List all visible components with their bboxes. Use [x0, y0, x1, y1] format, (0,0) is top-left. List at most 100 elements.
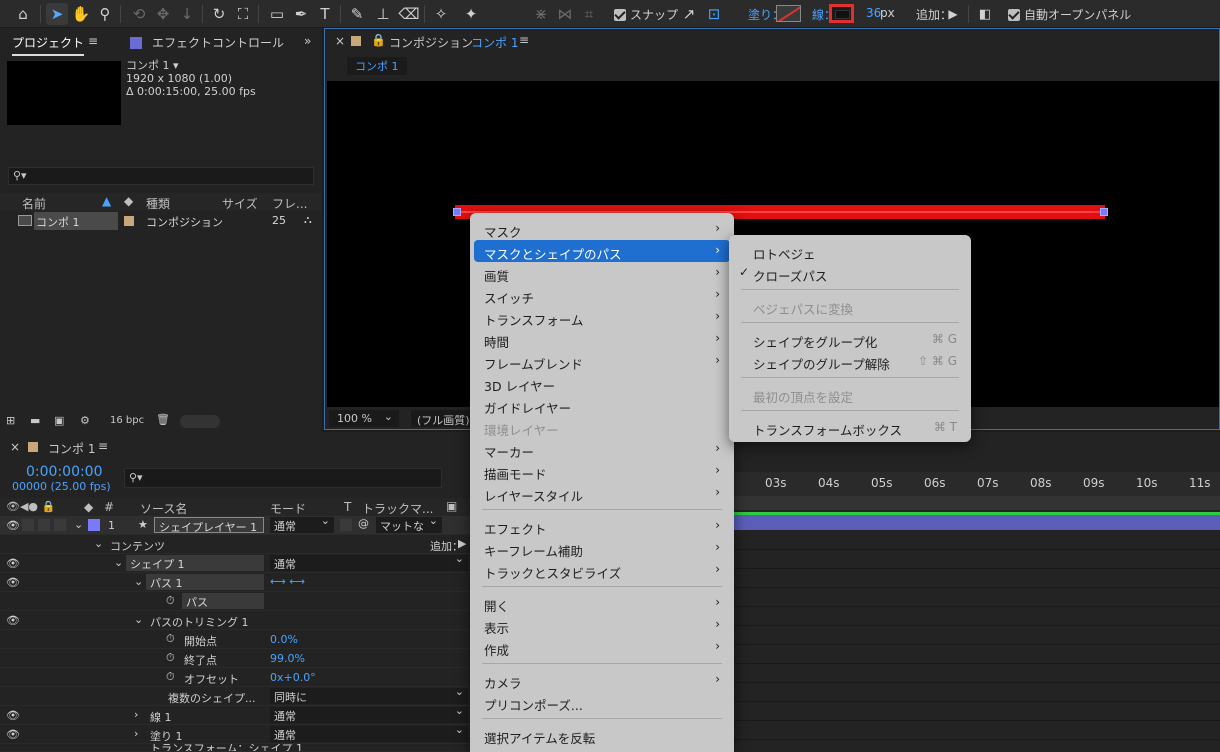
project-item-row[interactable]: コンポ 1 コンポジション 25 ⛬: [0, 212, 322, 230]
visibility-eye-icon[interactable]: 👁: [6, 576, 20, 589]
source-name-header[interactable]: ソース名: [140, 500, 187, 517]
close-timeline-icon[interactable]: ×: [10, 440, 20, 454]
pickwhip-icon[interactable]: @: [358, 517, 369, 530]
visibility-eye-icon[interactable]: 👁: [6, 519, 20, 532]
transform-row[interactable]: トランスフォーム：シェイプ 1: [0, 744, 470, 752]
submenu-item-group-shapes[interactable]: シェイプをグループ化 ⌘ G: [733, 328, 967, 350]
path-group-name[interactable]: パス 1: [146, 574, 264, 590]
comp-name[interactable]: コンポ 1 ▾: [126, 59, 256, 72]
visibility-eye-icon[interactable]: 👁: [6, 709, 20, 722]
roto-brush-icon[interactable]: ✧: [430, 3, 452, 25]
project-item-name[interactable]: コンポ 1: [34, 212, 118, 230]
tab-project[interactable]: プロジェクト: [12, 34, 85, 56]
stroke-swatch[interactable]: [829, 4, 854, 23]
selection-tool-icon[interactable]: ➤: [46, 3, 68, 25]
work-area-bar[interactable]: [733, 496, 1220, 510]
add-play-icon[interactable]: ▶: [942, 3, 964, 25]
add-content-icon[interactable]: ▶: [458, 537, 466, 550]
snap-toggle[interactable]: スナップ: [614, 6, 678, 23]
menu-item-create[interactable]: 作成 ›: [474, 636, 730, 658]
project-search-input[interactable]: ⚲▾: [8, 167, 314, 185]
shape-group-row[interactable]: 👁 ⌄ シェイプ 1 通常: [0, 552, 470, 573]
trim-end-row[interactable]: ⏱ 終了点 99.0%: [0, 649, 470, 668]
rectangle-tool-icon[interactable]: ▭: [266, 3, 288, 25]
snap-checkbox[interactable]: [614, 9, 626, 21]
menu-item-mask[interactable]: マスク ›: [474, 218, 730, 240]
expand-chevron-icon[interactable]: ⌄: [94, 537, 103, 550]
stroke-mode-select[interactable]: 通常: [270, 704, 468, 723]
auto-open-checkbox[interactable]: [1008, 9, 1020, 21]
path-vertex-end[interactable]: [1100, 208, 1108, 216]
audio-switch[interactable]: [22, 519, 34, 531]
settings-icon[interactable]: ⚙: [80, 414, 90, 427]
menu-item-frame-blend[interactable]: フレームブレンド ›: [474, 350, 730, 372]
panel-menu-icon[interactable]: ≡: [519, 33, 529, 47]
comp-title-name[interactable]: コンポ 1: [471, 34, 518, 51]
timeline-tab[interactable]: コンポ 1: [48, 440, 95, 457]
visibility-eye-icon[interactable]: 👁: [6, 728, 20, 741]
close-tab-icon[interactable]: ×: [335, 34, 345, 48]
panel-toggle-icon[interactable]: ◧: [974, 3, 996, 25]
path-direction-icon[interactable]: ⟷ ⟷: [270, 575, 305, 588]
expand-chevron-icon[interactable]: ⌄: [134, 575, 143, 588]
expand-chevron-icon[interactable]: ⌄: [114, 556, 123, 569]
menu-item-invert-selection[interactable]: 選択アイテムを反転: [474, 724, 730, 746]
rotate-tool-icon[interactable]: ↻: [208, 3, 230, 25]
timeline-search-input[interactable]: ⚲▾: [124, 468, 442, 488]
hand-tool-icon[interactable]: ✋: [70, 3, 92, 25]
stroke-row[interactable]: 👁 › 線 1 通常: [0, 704, 470, 725]
trim-offset-row[interactable]: ⏱ オフセット 0x+0.0°: [0, 668, 470, 687]
timeline-graph-area[interactable]: 03s 04s 05s 06s 07s 08s 09s 10s 11s: [733, 472, 1220, 752]
stopwatch-icon[interactable]: ⏱: [166, 651, 175, 665]
menu-item-camera[interactable]: カメラ ›: [474, 669, 730, 691]
layer-label-color[interactable]: [88, 519, 100, 531]
solo-switch[interactable]: [38, 519, 50, 531]
pen-tool-icon[interactable]: ✒: [290, 3, 312, 25]
new-composition-icon[interactable]: ▣: [54, 414, 64, 427]
path-vertex-start[interactable]: [453, 208, 461, 216]
expand-chevron-icon[interactable]: ⌄: [74, 518, 83, 531]
arrange-icon[interactable]: ⌗: [578, 3, 600, 25]
auto-open-toggle[interactable]: 自動オープンパネル: [1008, 6, 1131, 23]
shape-group-name[interactable]: シェイプ 1: [126, 555, 264, 571]
home-icon[interactable]: ⌂: [12, 3, 34, 25]
preserve-transparency-switch[interactable]: [340, 519, 352, 531]
current-timecode[interactable]: 0:00:00:00: [26, 464, 103, 480]
visibility-eye-icon[interactable]: 👁: [6, 614, 20, 627]
puppet-pin-icon[interactable]: ✦: [460, 3, 482, 25]
stopwatch-icon[interactable]: ⏱: [166, 632, 175, 646]
trim-multiple-select[interactable]: 同時に: [270, 685, 468, 704]
type-tool-icon[interactable]: T: [314, 3, 336, 25]
zoom-tool-icon[interactable]: ⚲: [94, 3, 116, 25]
fill-mode-select[interactable]: 通常: [270, 723, 468, 742]
fill-row[interactable]: 👁 › 塗り 1 通常: [0, 723, 470, 744]
stopwatch-icon[interactable]: ⏱: [166, 670, 175, 684]
shape-group-mode-select[interactable]: 通常: [270, 552, 468, 571]
path-property-row[interactable]: ⏱ パス: [0, 592, 470, 611]
menu-item-transform[interactable]: トランスフォーム ›: [474, 306, 730, 328]
col-name-header[interactable]: 名前: [22, 195, 46, 212]
clone-stamp-icon[interactable]: ⊥: [372, 3, 394, 25]
col-frame-header[interactable]: フレ...: [272, 195, 307, 212]
mode-header[interactable]: モード: [270, 500, 306, 517]
trim-start-row[interactable]: ⏱ 開始点 0.0%: [0, 630, 470, 649]
layer-name-field[interactable]: シェイプレイヤー 1: [154, 517, 264, 534]
menu-item-3d-layer[interactable]: 3D レイヤー: [474, 372, 730, 394]
new-folder-icon[interactable]: ▬: [30, 414, 40, 427]
panel-overflow-icon[interactable]: »: [304, 34, 311, 48]
submenu-item-closed-path[interactable]: ✓ クローズパス: [733, 262, 967, 284]
orbit-tool-icon[interactable]: ⟲: [128, 3, 150, 25]
comp-subtab[interactable]: コンポ 1: [347, 57, 407, 75]
collapse-chevron-icon[interactable]: ›: [134, 708, 138, 721]
col-type-header[interactable]: 種類: [146, 195, 170, 212]
label-color-icon[interactable]: [124, 216, 134, 226]
zoom-select[interactable]: 100 % ⌄: [329, 410, 399, 427]
menu-item-track-stabilize[interactable]: トラックとスタビライズ ›: [474, 559, 730, 581]
menu-item-open[interactable]: 開く ›: [474, 592, 730, 614]
dolly-tool-icon[interactable]: ↓: [176, 3, 198, 25]
eraser-tool-icon[interactable]: ⌫: [398, 3, 420, 25]
time-ruler[interactable]: 03s 04s 05s 06s 07s 08s 09s 10s 11s: [733, 472, 1220, 496]
menu-item-switches[interactable]: スイッチ ›: [474, 284, 730, 306]
submenu-item-ungroup-shapes[interactable]: シェイプのグループ解除 ⇧ ⌘ G: [733, 350, 967, 372]
stopwatch-icon[interactable]: ⏱: [166, 594, 175, 608]
